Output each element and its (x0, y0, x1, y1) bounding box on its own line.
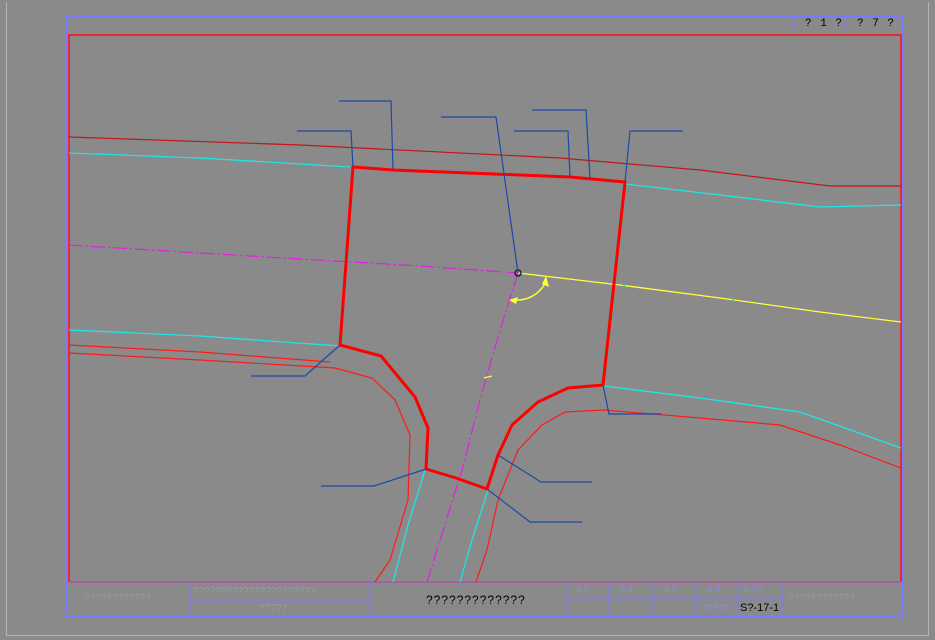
title-cell-mid-top: ?????????????????????? (193, 586, 316, 597)
road-edges (68, 136, 902, 583)
small-cell-bottom: ??? ?? (702, 603, 730, 613)
title-cell-left: ???????????? (84, 593, 151, 604)
page-total: ? 7 ? (857, 18, 896, 30)
road-edge-south-right (475, 409, 902, 583)
land-boundary (338, 165, 627, 491)
drawing-title: ????????????? (426, 593, 526, 607)
survey-line (517, 272, 902, 323)
curb-lines (68, 152, 902, 583)
small-cell-3: ? ? (664, 586, 677, 596)
angle-arrow-head (542, 276, 549, 287)
leader-4 (532, 109, 591, 179)
branch-mark (483, 375, 493, 379)
centerline-main (68, 244, 519, 274)
leader-10 (497, 454, 592, 483)
leader-11 (486, 488, 582, 523)
small-cell-4: ? ? (707, 586, 720, 596)
small-cell-1: ? ? (576, 586, 589, 596)
drawing-number: S?-17-1 (740, 602, 780, 614)
angle-arc (510, 281, 547, 301)
curb-branch-right (459, 489, 489, 583)
curb-south-left (68, 329, 341, 347)
small-cell-5: ? ? ? (743, 586, 764, 596)
road-edge-north (68, 136, 901, 187)
page-number: ? 1 ? (805, 18, 844, 30)
centerlines (68, 244, 519, 583)
outer-frame (66, 16, 903, 618)
leader-1 (339, 100, 394, 171)
title-cell-mid-bottom: ????? (259, 603, 287, 614)
curb-north (68, 152, 351, 168)
leader-6 (624, 130, 683, 183)
road-edge-south-left (68, 352, 411, 583)
leader-9 (321, 468, 427, 487)
small-cell-2: ? ? (620, 586, 633, 596)
leader-7 (251, 344, 341, 377)
leader-2 (297, 130, 354, 168)
cad-drawing (66, 16, 903, 618)
title-cell-right: ???????????? (788, 593, 855, 604)
leader-5 (514, 130, 571, 178)
leader-lines (251, 100, 683, 523)
curb-north-right (624, 183, 902, 208)
leader-3 (441, 116, 519, 274)
centerline-branch (426, 272, 519, 583)
curb-south-right (602, 385, 902, 449)
